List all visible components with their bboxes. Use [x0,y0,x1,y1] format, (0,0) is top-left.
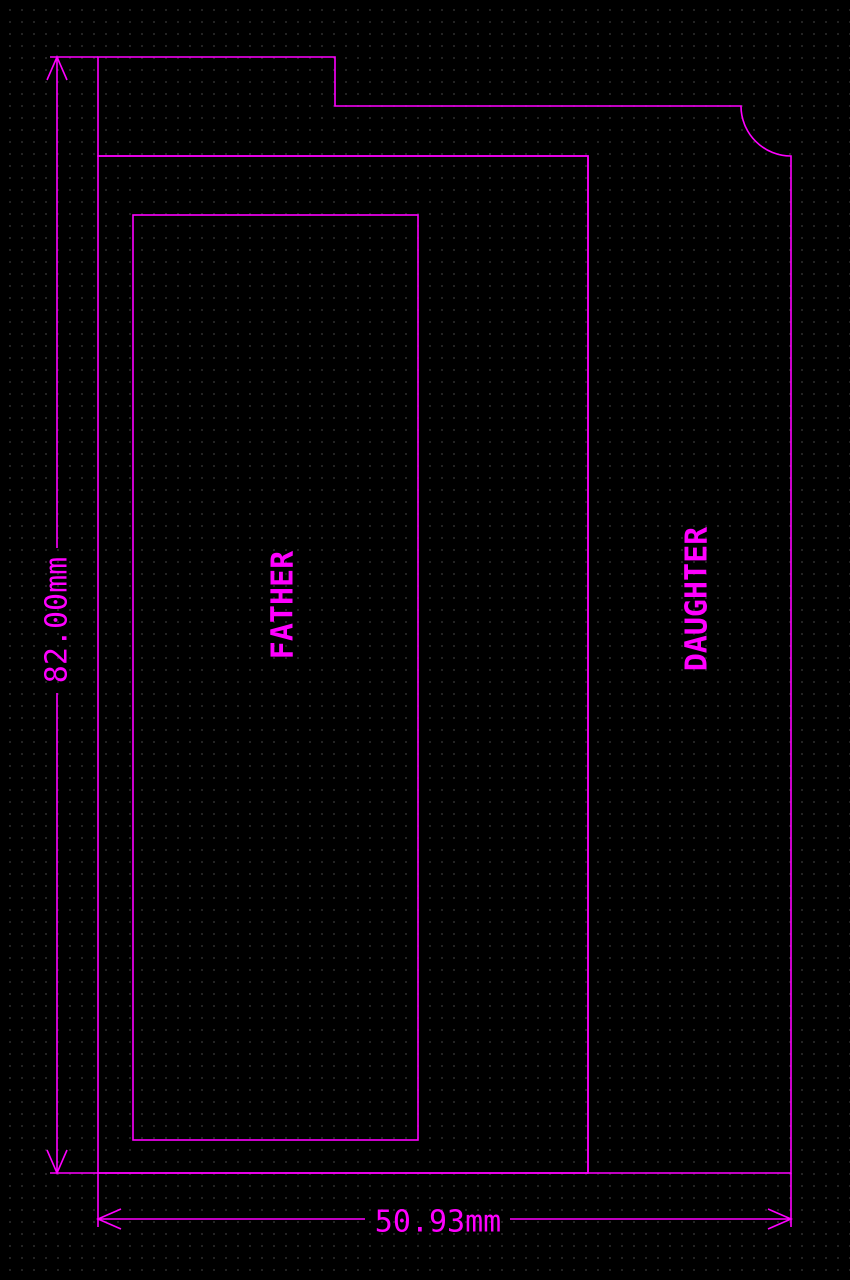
width-dimension: 50.93mm [95,1173,794,1240]
height-dimension: 82.00mm [40,54,588,1176]
father-board-outline[interactable] [97,155,589,1174]
daughter-label: DAUGHTER [680,526,715,671]
height-dimension-text: 82.00mm [40,557,75,683]
pcb-canvas[interactable]: 82.00mm 50.93mm FATHER DAUGHTER [0,0,850,1280]
width-dimension-text: 50.93mm [375,1205,501,1240]
father-label: FATHER [266,550,301,659]
board-drawing: 82.00mm 50.93mm FATHER DAUGHTER [40,54,794,1240]
father-inner-region[interactable] [132,214,419,1141]
